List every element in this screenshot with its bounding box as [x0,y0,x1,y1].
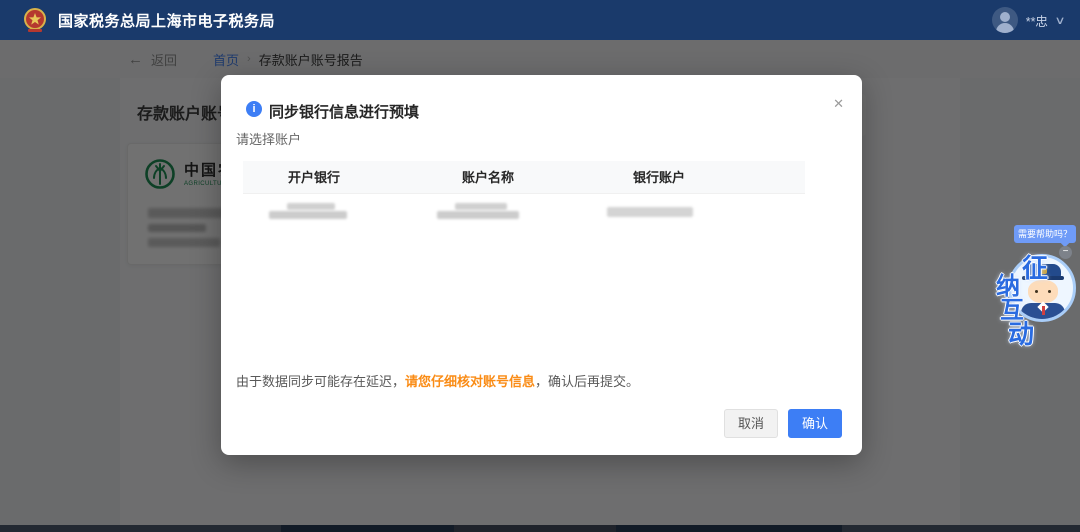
minimize-icon[interactable]: − [1059,246,1072,259]
sync-bank-info-modal: ✕ i 同步银行信息进行预填 请选择账户 开户银行 账户名称 银行账户 由于 [221,75,862,455]
chevron-down-icon[interactable]: ∨ [1054,14,1065,27]
cancel-button[interactable]: 取消 [724,409,778,438]
confirm-button[interactable]: 确认 [788,409,842,438]
redacted-bank-cell [243,203,427,221]
column-header-bank: 开户银行 [243,161,427,193]
app-title: 国家税务总局上海市电子税务局 [58,10,275,31]
note-prefix: 由于数据同步可能存在延迟， [236,374,405,389]
close-icon[interactable]: ✕ [833,97,844,110]
note-suffix: ，确认后再提交。 [535,374,639,389]
app-header: 国家税务总局上海市电子税务局 **忠 ∨ [0,0,1080,40]
redacted-bank-account-cell [599,203,805,221]
account-table-row[interactable] [243,193,805,231]
tax-assistant-widget[interactable]: 需要帮助吗？ − 征 纳 互 动 [990,222,1078,344]
account-table-header-row: 开户银行 账户名称 银行账户 [243,161,805,193]
assistant-help-bubble[interactable]: 需要帮助吗？ [1014,225,1076,243]
account-table: 开户银行 账户名称 银行账户 [243,161,805,231]
column-header-bank-account: 银行账户 [599,161,805,193]
assistant-label-char: 征 [1022,248,1048,285]
column-header-account-name: 账户名称 [427,161,599,193]
assistant-label-char: 动 [1008,314,1034,351]
note-highlight: 请您仔细核对账号信息 [405,374,535,389]
info-icon: i [246,101,262,117]
sync-delay-note: 由于数据同步可能存在延迟，请您仔细核对账号信息，确认后再提交。 [236,371,639,390]
modal-title: 同步银行信息进行预填 [269,101,419,122]
user-menu[interactable]: **忠 ∨ [992,7,1064,33]
avatar[interactable] [992,7,1018,33]
redacted-account-name-cell [427,203,599,221]
screen: 国家税务总局上海市电子税务局 **忠 ∨ ← 返回 首页 › 存款账户账号报告 … [0,0,1080,532]
modal-actions: 取消 确认 [724,409,842,438]
national-emblem-icon [22,7,48,33]
modal-subtitle: 请选择账户 [236,129,301,148]
user-name: **忠 [1026,11,1048,30]
